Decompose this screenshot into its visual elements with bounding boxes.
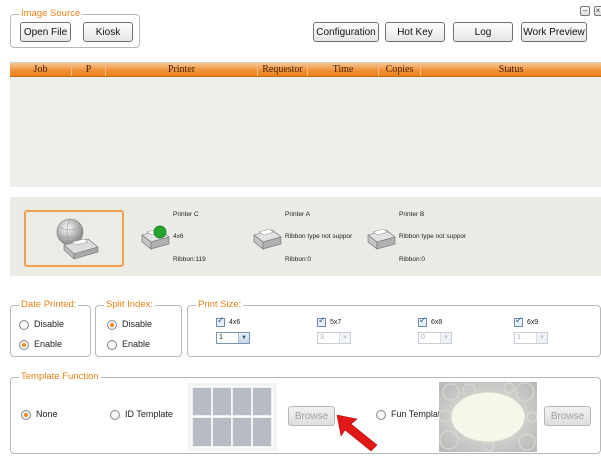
image-source-legend: Image Source (19, 8, 83, 20)
printer-a-icon[interactable] (250, 223, 284, 253)
work-preview-button[interactable]: Work Preview (521, 22, 587, 42)
column-header-requestor[interactable]: Requestor (258, 63, 308, 76)
template-id-radio[interactable] (110, 410, 120, 420)
job-table[interactable]: Job P Printer Requestor Time Copies Stat… (10, 62, 601, 187)
split-index-legend: Split Index: (104, 299, 155, 311)
printer-c-ribbon: Ribbon:119 (173, 256, 206, 263)
print-size-6x8-checkbox[interactable] (418, 316, 427, 327)
printer-panel: Printer C 4x6 Ribbon:119 Printer A Ribbo… (10, 197, 601, 276)
print-size-6x8-label[interactable]: 6x8 (431, 318, 442, 327)
hot-key-button[interactable]: Hot Key (385, 22, 445, 42)
arrow-icon (336, 414, 378, 452)
fun-template-preview (439, 382, 537, 452)
add-printer-tile[interactable] (24, 210, 124, 267)
minimize-icon[interactable]: – (580, 6, 590, 16)
print-size-6x9-select: 1 ▼ (514, 332, 548, 344)
date-printed-group: Date Printed: Disable Enable (10, 299, 91, 357)
print-size-4x6-select[interactable]: 1 ▼ (216, 332, 250, 344)
split-index-disable-radio[interactable] (107, 320, 117, 330)
kiosk-button[interactable]: Kiosk (83, 22, 133, 42)
split-index-enable-label[interactable]: Enable (122, 339, 150, 350)
log-button[interactable]: Log (453, 22, 513, 42)
print-size-4x6-checkbox[interactable] (216, 316, 225, 327)
template-function-group: Template Function None ID Template Brows… (10, 371, 601, 454)
column-header-p[interactable]: P (72, 63, 106, 76)
print-size-6x9-value: 1 (517, 334, 521, 341)
date-printed-enable-label[interactable]: Enable (34, 339, 62, 350)
template-function-legend: Template Function (19, 371, 101, 383)
printer-b-media: Ribbon type not suppor (399, 233, 467, 240)
open-file-button[interactable]: Open File (20, 22, 71, 42)
date-printed-disable-label[interactable]: Disable (34, 319, 64, 330)
template-fun-label[interactable]: Fun Template (391, 409, 445, 420)
printer-c-media: 4x6 (173, 233, 184, 240)
printer-c-name: Printer C (173, 211, 199, 218)
column-header-time[interactable]: Time (308, 63, 379, 76)
date-printed-disable-radio[interactable] (19, 320, 29, 330)
id-template-browse-button: Browse (288, 406, 335, 426)
id-template-preview (188, 383, 277, 451)
print-size-6x8-value: 0 (421, 334, 425, 341)
template-none-radio[interactable] (21, 410, 31, 420)
network-printer-icon (56, 218, 99, 260)
printer-b-icon[interactable] (364, 223, 398, 253)
job-table-header: Job P Printer Requestor Time Copies Stat… (10, 63, 601, 77)
printer-b-ribbon: Ribbon:0 (399, 256, 426, 263)
print-size-5x7-label[interactable]: 5x7 (330, 318, 341, 327)
fun-template-browse-button: Browse (544, 406, 591, 426)
print-size-6x9-checkbox[interactable] (514, 316, 523, 327)
column-header-job[interactable]: Job (10, 63, 72, 76)
print-size-group: Print Size: 4x6 1 ▼ 5x7 3 ▼ 6x8 0 ▼ 6x9 … (187, 299, 601, 357)
column-header-copies[interactable]: Copies (379, 63, 421, 76)
split-index-enable-radio[interactable] (107, 340, 117, 350)
print-size-5x7-value: 3 (320, 334, 324, 341)
print-size-5x7-select: 3 ▼ (317, 332, 351, 344)
template-fun-radio[interactable] (376, 410, 386, 420)
chevron-down-icon: ▼ (238, 333, 249, 343)
print-size-4x6-value: 1 (219, 334, 223, 341)
split-index-group: Split Index: Disable Enable (95, 299, 182, 357)
printer-a-ribbon: Ribbon:0 (285, 256, 312, 263)
date-printed-enable-radio[interactable] (19, 340, 29, 350)
printer-c-icon[interactable] (138, 223, 172, 253)
print-size-6x8-select: 0 ▼ (418, 332, 452, 344)
print-size-6x9-label[interactable]: 6x9 (527, 318, 538, 327)
printer-a-media: Ribbon type not suppor (285, 233, 353, 240)
column-header-status[interactable]: Status (421, 63, 601, 76)
close-icon[interactable]: × (594, 6, 601, 16)
print-size-legend: Print Size: (196, 299, 244, 311)
template-id-label[interactable]: ID Template (125, 409, 173, 420)
split-index-disable-label[interactable]: Disable (122, 319, 152, 330)
print-size-5x7-checkbox[interactable] (317, 316, 326, 327)
chevron-down-icon: ▼ (440, 333, 451, 343)
date-printed-legend: Date Printed: (19, 299, 79, 311)
template-none-label[interactable]: None (36, 409, 58, 420)
chevron-down-icon: ▼ (536, 333, 547, 343)
configuration-button[interactable]: Configuration (313, 22, 379, 42)
print-size-4x6-label[interactable]: 4x6 (229, 318, 240, 327)
image-source-group: Image Source Open File Kiosk (10, 8, 140, 48)
chevron-down-icon: ▼ (339, 333, 350, 343)
column-header-printer[interactable]: Printer (106, 63, 258, 76)
printer-a-name: Printer A (285, 211, 310, 218)
printer-b-name: Printer B (399, 211, 425, 218)
